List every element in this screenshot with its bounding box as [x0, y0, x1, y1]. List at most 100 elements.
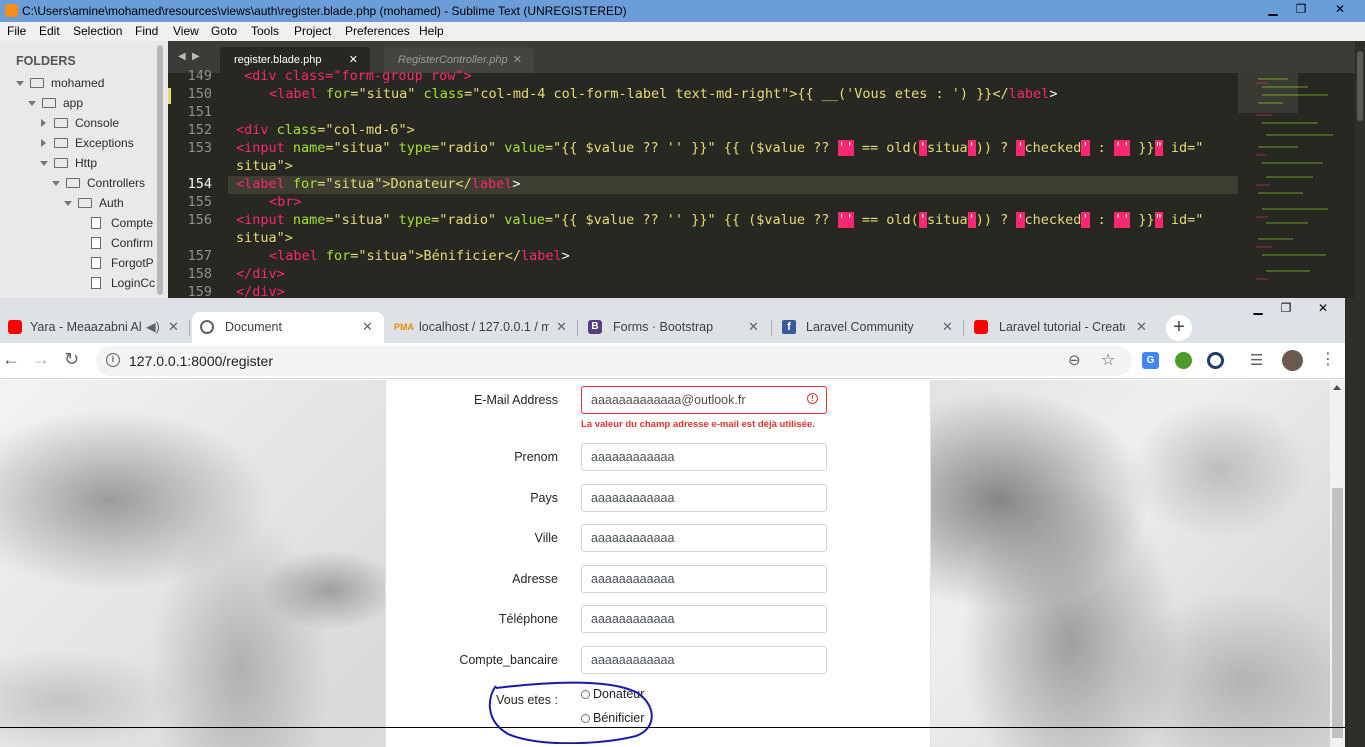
sublime-title-bar: C:\Users\amine\mohamed\resources\views\a… — [0, 0, 1365, 22]
tree-item-label: Http — [75, 156, 98, 170]
line-number: 155 — [187, 194, 212, 210]
code-editor[interactable]: <div class="form-group row"> <label for=… — [228, 68, 1238, 300]
menu-tools[interactable]: Tools — [251, 22, 279, 41]
tab-close-icon[interactable]: ✕ — [942, 312, 953, 342]
folder-icon — [30, 78, 44, 88]
tree-item-auth[interactable]: Auth — [0, 195, 160, 213]
code-token: checked — [1024, 140, 1082, 156]
menu-view[interactable]: View — [173, 22, 199, 41]
telephone-field[interactable]: aaaaaaaaaaaa — [581, 605, 827, 633]
tree-item-mohamed[interactable]: mohamed — [0, 75, 160, 93]
code-line-149: <div class="form-group row"> — [244, 68, 472, 84]
reload-icon[interactable]: ↻ — [64, 349, 79, 370]
tab-close-icon[interactable]: ✕ — [362, 312, 373, 342]
radio-label-donateur[interactable]: Donateur — [593, 687, 644, 701]
syntax-error-highlight: '' — [1113, 140, 1131, 156]
youtube-icon — [974, 320, 988, 334]
code-token: type — [398, 140, 432, 156]
code-minimap[interactable] — [1238, 73, 1353, 300]
browser-minimize-icon[interactable]: ▁ — [1245, 298, 1271, 318]
menu-file[interactable]: File — [7, 22, 26, 41]
menu-selection[interactable]: Selection — [73, 22, 122, 41]
browser-tab-phpmyadmin[interactable]: PMA localhost / 127.0.0.1 / m ✕ — [386, 312, 578, 343]
zoom-icon[interactable]: ⊖ — [1068, 351, 1081, 369]
menu-edit[interactable]: Edit — [39, 22, 60, 41]
tab-close-icon[interactable]: ✕ — [168, 312, 179, 342]
browser-tab-laravel-community[interactable]: f Laravel Community ✕ — [774, 312, 964, 343]
menu-help[interactable]: Help — [419, 22, 444, 41]
radio-benificier[interactable] — [581, 714, 590, 723]
tree-file-forgot[interactable]: ForgotP — [0, 255, 157, 273]
extension-icon[interactable] — [1175, 352, 1192, 369]
tab-close-icon[interactable]: ✕ — [513, 47, 522, 73]
browser-tab-youtube-yara[interactable]: Yara - Meaazabni Al ◀) ✕ — [0, 312, 190, 343]
scroll-up-arrow-icon[interactable] — [1333, 385, 1341, 390]
tab-nav-left-icon[interactable]: ◀ — [178, 51, 186, 62]
facebook-icon: f — [782, 320, 796, 334]
tab-nav-right-icon[interactable]: ▶ — [192, 51, 200, 62]
tree-item-controllers[interactable]: Controllers — [0, 175, 160, 193]
code-token: ="{{ $value ?? '' }}" {{ ($value ?? — [544, 140, 838, 156]
site-info-icon[interactable]: i — [106, 353, 120, 367]
sidebar-scrollbar[interactable] — [157, 45, 163, 295]
avatar[interactable] — [1282, 350, 1303, 371]
menu-goto[interactable]: Goto — [211, 22, 237, 41]
forward-icon[interactable]: → — [32, 349, 50, 370]
radio-donateur[interactable] — [581, 690, 590, 699]
prenom-field[interactable]: aaaaaaaaaaaa — [581, 443, 827, 471]
browser-tab-document[interactable]: Document ✕ — [192, 312, 384, 343]
close-icon[interactable]: ✕ — [1318, 1, 1362, 18]
menu-find[interactable]: Find — [135, 22, 158, 41]
editor-scrollbar[interactable] — [1355, 41, 1365, 300]
extension-circle-icon[interactable] — [1207, 352, 1224, 369]
tree-item-http[interactable]: Http — [0, 155, 160, 173]
audio-playing-icon[interactable]: ◀) — [146, 312, 160, 342]
code-token: ="col-md-6"> — [317, 122, 415, 138]
tree-item-exceptions[interactable]: Exceptions — [0, 135, 160, 153]
page-scrollbar[interactable] — [1330, 380, 1345, 747]
chevron-right-icon — [41, 139, 46, 147]
tree-item-label: Console — [75, 116, 120, 130]
editor-scrollbar-thumb[interactable] — [1357, 51, 1363, 121]
code-line-153: <input name="situa" type="radio" value="… — [236, 140, 1203, 156]
google-translate-icon[interactable]: G — [1142, 352, 1159, 369]
tree-file-compte[interactable]: Compte — [0, 215, 157, 233]
bookmark-star-icon[interactable]: ☆ — [1101, 350, 1115, 370]
pays-label: Pays — [530, 491, 558, 505]
code-token: value — [504, 212, 545, 228]
tree-item-console[interactable]: Console — [0, 115, 160, 133]
address-bar[interactable]: i 127.0.0.1:8000/register ⊖ ☆ — [96, 346, 1132, 376]
adresse-field[interactable]: aaaaaaaaaaaa — [581, 565, 827, 593]
tree-item-app[interactable]: app — [0, 95, 160, 113]
page-scrollbar-thumb[interactable] — [1332, 488, 1343, 738]
back-icon[interactable]: ← — [2, 349, 20, 370]
code-token: <input — [236, 212, 293, 228]
tree-file-login[interactable]: LoginCc — [0, 275, 157, 293]
browser-maximize-icon[interactable]: ❐ — [1273, 298, 1299, 318]
maximize-icon[interactable]: ❐ — [1290, 1, 1312, 18]
tab-close-icon[interactable]: ✕ — [1136, 312, 1147, 342]
radio-label-benificier[interactable]: Bénificier — [593, 711, 644, 725]
line-number-current: 154 — [187, 176, 212, 192]
tab-close-icon[interactable]: ✕ — [556, 312, 567, 342]
file-icon — [91, 237, 101, 249]
code-token: ="situa">Donateur</ — [317, 176, 472, 192]
ville-field[interactable]: aaaaaaaaaaaa — [581, 524, 827, 552]
code-token: label — [471, 176, 513, 192]
browser-tab-bootstrap-forms[interactable]: B Forms · Bootstrap ✕ — [580, 312, 772, 343]
compte-bancaire-field[interactable]: aaaaaaaaaaaa — [581, 646, 827, 674]
minimize-icon[interactable]: ▁ — [1262, 1, 1284, 18]
more-menu-icon[interactable]: ⋮ — [1320, 349, 1336, 369]
pays-field[interactable]: aaaaaaaaaaaa — [581, 484, 827, 512]
media-control-icon[interactable]: ☰ — [1250, 351, 1263, 369]
folder-icon — [66, 178, 80, 188]
browser-tab-laravel-tutorial[interactable]: Laravel tutorial - Create ✕ — [966, 312, 1158, 343]
menu-project[interactable]: Project — [294, 22, 331, 41]
tree-file-confirm[interactable]: Confirm — [0, 235, 157, 253]
menu-preferences[interactable]: Preferences — [345, 22, 410, 41]
syntax-error-highlight: ' — [967, 212, 976, 228]
new-tab-button[interactable]: + — [1166, 315, 1192, 341]
tab-close-icon[interactable]: ✕ — [748, 312, 759, 342]
browser-close-icon[interactable]: ✕ — [1301, 298, 1345, 318]
email-field[interactable]: aaaaaaaaaaaaa@outlook.fr ! — [581, 386, 827, 414]
